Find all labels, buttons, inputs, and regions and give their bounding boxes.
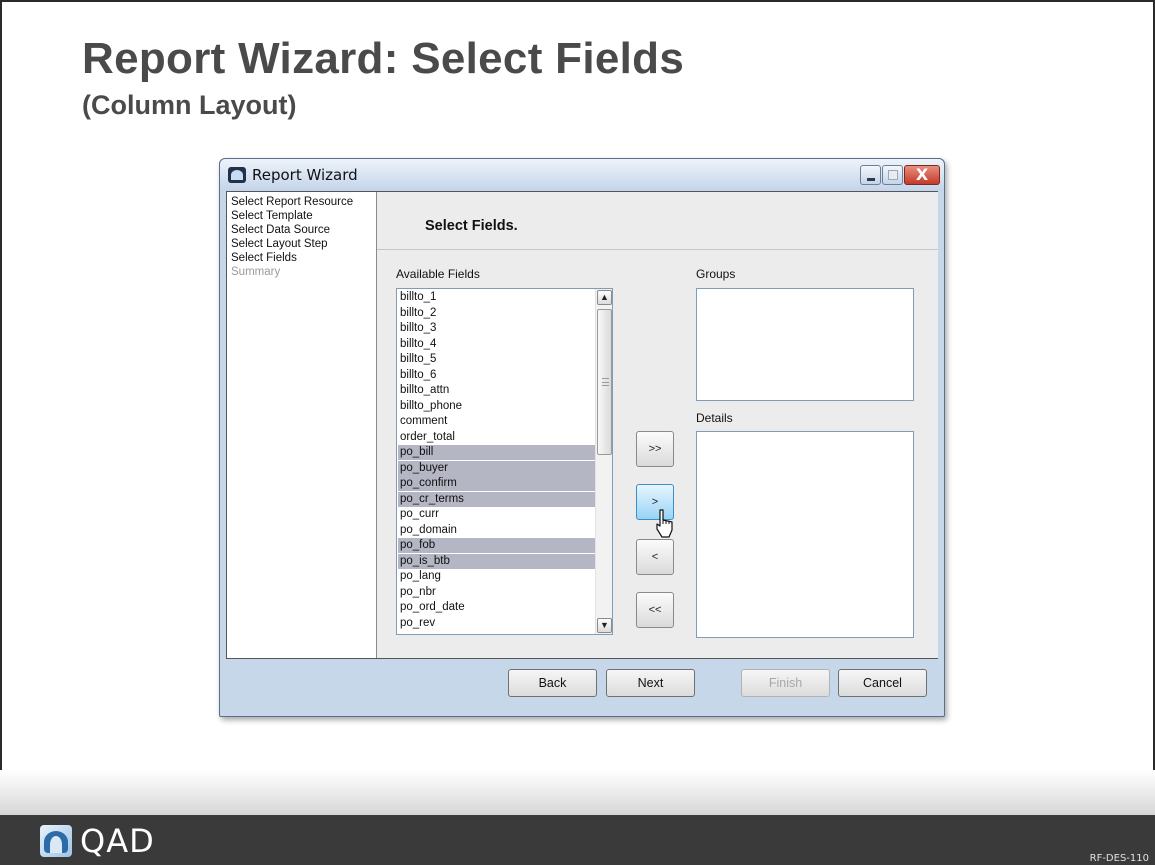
slide-subtitle: (Column Layout) — [82, 90, 297, 120]
scroll-down-button[interactable]: ▼ — [597, 618, 612, 633]
cancel-button[interactable]: Cancel — [838, 669, 927, 697]
list-item[interactable]: order_total — [398, 430, 595, 445]
step-select-data-source[interactable]: Select Data Source — [231, 223, 330, 237]
list-item[interactable]: po_curr — [398, 507, 595, 522]
page-heading: Select Fields. — [425, 218, 518, 234]
scroll-up-button[interactable]: ▲ — [597, 290, 612, 305]
list-item[interactable]: comment — [398, 414, 595, 429]
list-item[interactable]: po_confirm — [398, 476, 595, 491]
details-label: Details — [696, 411, 733, 425]
qad-logo-text: QAD — [80, 822, 155, 860]
minimize-button[interactable] — [860, 165, 881, 185]
add-all-fields-button[interactable]: >> — [636, 431, 674, 467]
list-item[interactable]: po_lang — [398, 569, 595, 584]
mouse-cursor-icon — [656, 509, 673, 538]
scroll-grip-icon — [602, 378, 609, 386]
maximize-button[interactable] — [882, 165, 903, 185]
list-item[interactable]: billto_4 — [398, 337, 595, 352]
list-item[interactable]: po_bill — [398, 445, 595, 460]
list-item[interactable]: billto_5 — [398, 352, 595, 367]
close-icon: X — [915, 165, 929, 184]
app-icon — [228, 167, 246, 183]
step-select-report-resource[interactable]: Select Report Resource — [231, 195, 353, 209]
content-header: Select Fields. — [377, 192, 938, 250]
footer-bar — [0, 815, 1155, 865]
step-select-fields[interactable]: Select Fields — [231, 251, 297, 265]
list-item[interactable]: po_nbr — [398, 585, 595, 600]
list-item[interactable]: billto_attn — [398, 383, 595, 398]
available-fields-list[interactable]: billto_1 billto_2 billto_3 billto_4 billto_5… — [396, 288, 613, 635]
next-button[interactable]: Next — [606, 669, 695, 697]
course-code: RF-DES-110 — [1089, 853, 1149, 864]
report-wizard-window: Report Wizard X Select Report Resource S… — [219, 158, 945, 717]
available-fields-label: Available Fields — [396, 267, 480, 281]
remove-all-fields-button[interactable]: << — [636, 592, 674, 628]
back-button[interactable]: Back — [508, 669, 597, 697]
list-item[interactable]: po_rev — [398, 616, 595, 631]
list-item[interactable]: po_domain — [398, 523, 595, 538]
qad-logo: QAD — [40, 822, 155, 860]
list-item[interactable]: billto_6 — [398, 368, 595, 383]
window-title: Report Wizard — [252, 166, 358, 184]
scroll-up-icon: ▲ — [600, 292, 609, 302]
step-select-template[interactable]: Select Template — [231, 209, 313, 223]
window-titlebar[interactable]: Report Wizard X — [220, 159, 944, 191]
footer-fade — [0, 770, 1155, 818]
scroll-thumb[interactable] — [597, 309, 612, 455]
step-select-layout-step[interactable]: Select Layout Step — [231, 237, 328, 251]
wizard-steps-panel: Select Report Resource Select Template S… — [227, 192, 377, 658]
list-item[interactable]: billto_1 — [398, 290, 595, 305]
step-summary: Summary — [231, 266, 281, 278]
wizard-client-area: Select Report Resource Select Template S… — [226, 191, 938, 659]
slide-title: Report Wizard: Select Fields — [82, 34, 685, 83]
groups-list[interactable] — [696, 288, 914, 401]
wizard-content-panel: Select Fields. Available Fields Groups D… — [377, 192, 938, 658]
list-item[interactable]: billto_3 — [398, 321, 595, 336]
list-item[interactable]: po_cr_terms — [398, 491, 595, 507]
list-item[interactable]: billto_phone — [398, 399, 595, 414]
qad-logo-icon — [40, 825, 72, 857]
details-list[interactable] — [696, 431, 914, 638]
close-button[interactable]: X — [904, 165, 940, 185]
remove-field-button[interactable]: < — [636, 539, 674, 575]
list-item[interactable]: billto_2 — [398, 306, 595, 321]
scroll-down-icon: ▼ — [600, 620, 609, 630]
minimize-icon — [867, 178, 875, 181]
list-item[interactable]: po_buyer — [398, 460, 595, 476]
finish-button: Finish — [741, 669, 830, 697]
list-item[interactable]: po_is_btb — [398, 553, 595, 569]
maximize-icon — [888, 170, 898, 180]
list-item[interactable]: po_ord_date — [398, 600, 595, 615]
groups-label: Groups — [696, 267, 736, 281]
list-item[interactable]: po_fob — [398, 538, 595, 553]
available-fields-scrollbar[interactable]: ▲ ▼ — [595, 289, 612, 634]
